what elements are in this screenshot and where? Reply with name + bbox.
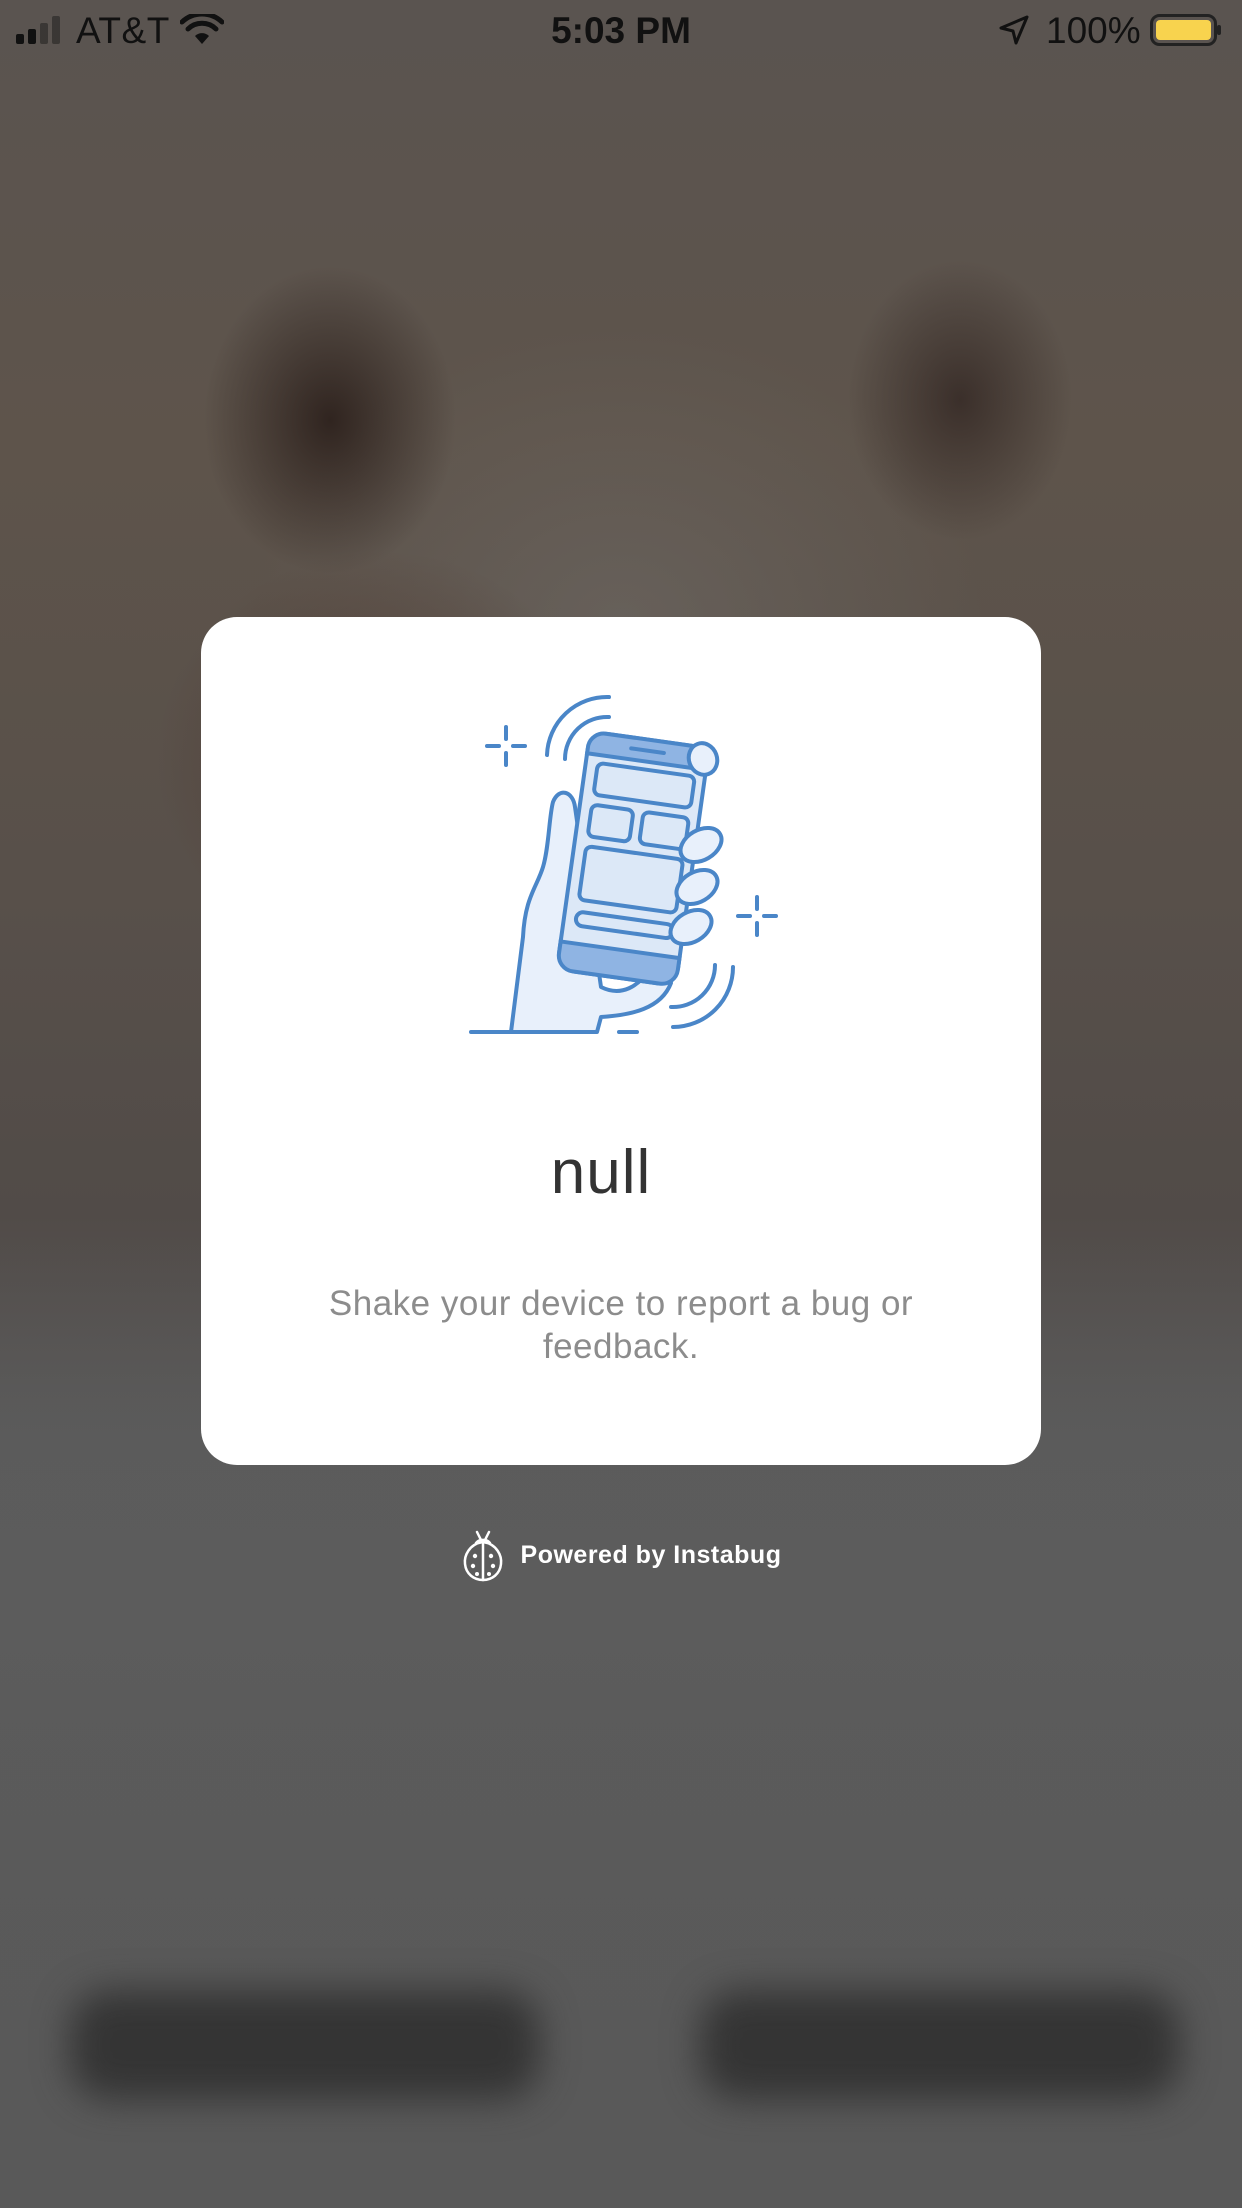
- powered-by-label: Powered by Instabug: [520, 1540, 782, 1569]
- powered-by[interactable]: Powered by Instabug: [0, 1525, 1242, 1585]
- location-icon: [999, 15, 1029, 45]
- battery-icon: [1150, 14, 1221, 46]
- card-subtitle: Shake your device to report a bug or fee…: [328, 1284, 914, 1366]
- card-title: null: [550, 1138, 652, 1207]
- battery-percent: 100%: [1046, 10, 1141, 51]
- shake-prompt-card: null Shake your device to report a bug o…: [201, 617, 1041, 1465]
- ladybug-icon: [463, 1530, 502, 1582]
- blurred-background-button-right: [700, 1990, 1180, 2100]
- status-bar: AT&T 5:03 PM 100%: [0, 0, 1242, 62]
- hand-shaking-phone-icon: [469, 694, 778, 1034]
- screen: AT&T 5:03 PM 100% null Shake your device…: [0, 0, 1242, 2208]
- blurred-background-button-left: [70, 1990, 540, 2100]
